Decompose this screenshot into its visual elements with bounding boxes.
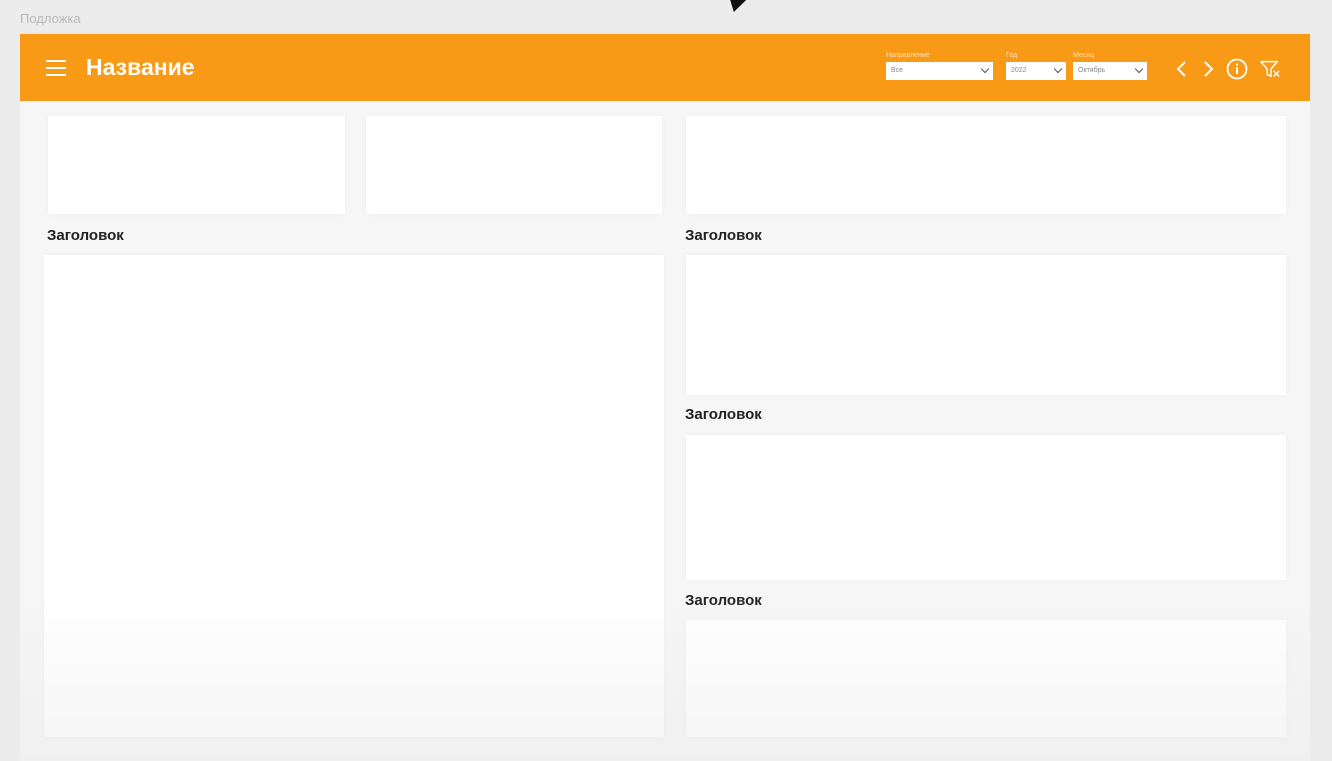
filter-direction-select[interactable]: Все xyxy=(886,62,993,80)
chevron-down-icon xyxy=(1053,64,1063,74)
section-title-right-2: Заголовок xyxy=(685,406,762,423)
filter-month-value: Октябрь xyxy=(1078,67,1106,74)
hamburger-icon[interactable] xyxy=(46,60,66,76)
filter-year-select[interactable]: 2022 xyxy=(1006,62,1066,80)
kpi-card-1 xyxy=(48,116,345,214)
filter-month: Месяц Октябрь xyxy=(1073,50,1147,80)
filter-month-label: Месяц xyxy=(1073,52,1095,59)
filter-direction: Направление Все xyxy=(886,50,993,80)
filter-year-value: 2022 xyxy=(1011,67,1027,74)
chevron-right-icon[interactable] xyxy=(1197,58,1219,80)
report-canvas: Название Направление Все Год 2022 Месяц … xyxy=(20,34,1310,761)
chevron-down-icon xyxy=(1134,64,1144,74)
filter-clear-icon[interactable] xyxy=(1259,58,1281,80)
chart-panel-right-3 xyxy=(686,620,1286,737)
section-title-left: Заголовок xyxy=(47,227,124,244)
chart-panel-right-1 xyxy=(686,255,1286,395)
chevron-left-icon[interactable] xyxy=(1171,58,1193,80)
backdrop-label: Подложка xyxy=(20,11,81,26)
report-header: Название Направление Все Год 2022 Месяц … xyxy=(20,34,1310,101)
chart-panel-right-2 xyxy=(686,435,1286,580)
report-title: Название xyxy=(86,54,195,80)
screen: Подложка Название Направление Все Год 20… xyxy=(0,0,1332,761)
info-icon[interactable] xyxy=(1226,58,1248,80)
mouse-cursor-icon xyxy=(725,0,747,12)
section-title-right-3: Заголовок xyxy=(685,592,762,609)
filter-month-select[interactable]: Октябрь xyxy=(1073,62,1147,80)
filter-year: Год 2022 xyxy=(1006,50,1066,80)
filter-year-label: Год xyxy=(1006,52,1018,59)
chart-panel-left xyxy=(44,255,664,737)
chevron-down-icon xyxy=(980,64,990,74)
section-title-right-1: Заголовок xyxy=(685,227,762,244)
kpi-card-2 xyxy=(366,116,662,214)
kpi-card-3 xyxy=(686,116,1286,214)
filter-direction-label: Направление xyxy=(886,52,930,59)
filter-direction-value: Все xyxy=(891,67,904,74)
